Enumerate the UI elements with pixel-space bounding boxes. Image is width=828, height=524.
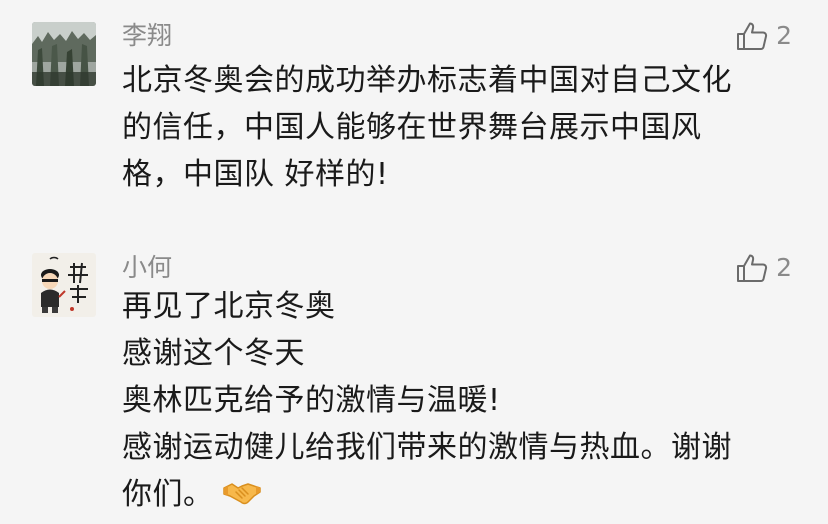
like-count: 2 xyxy=(776,21,792,50)
handshake-emoji xyxy=(222,477,262,524)
like-count: 2 xyxy=(776,253,792,282)
comment-line: 感谢运动健儿给我们带来的激情与热血。谢谢 xyxy=(122,430,732,465)
comment-text: 北京冬奥会的成功举办标志着中国对自己文化 的信任，中国人能够在世界舞台展示中国风… xyxy=(122,57,802,198)
comment-line: 奥林匹克给予的激情与温暖! xyxy=(122,383,501,418)
like-button[interactable]: 2 xyxy=(736,21,792,51)
comment-item: 李翔 2 北京冬奥会的成功举办标志着中国对自己文化 的信任，中国人能够在世界舞台… xyxy=(0,0,828,230)
comment-line: 北京冬奥会的成功举办标志着中国对自己文化 xyxy=(122,63,732,98)
comment-text: 再见了北京冬奥 感谢这个冬天 奥林匹克给予的激情与温暖! 感谢运动健儿给我们带来… xyxy=(122,283,802,524)
comment-item: 小何 2 再见了北京冬奥 感谢这个冬天 奥林匹克给予的激情与温暖! 感谢运动健儿… xyxy=(0,230,828,522)
handshake-icon xyxy=(222,483,261,505)
comment-line-text: 你们。 xyxy=(122,477,214,512)
comment-line: 的信任，中国人能够在世界舞台展示中国风 xyxy=(122,110,702,145)
stone-forest-photo xyxy=(32,22,96,86)
username[interactable]: 李翔 xyxy=(122,21,172,51)
comment-line: 格，中国队 好样的! xyxy=(122,157,389,192)
thumbs-up-icon xyxy=(737,22,768,50)
comment-line: 再见了北京冬奥 xyxy=(122,289,336,324)
avatar[interactable] xyxy=(32,22,96,86)
avatar[interactable] xyxy=(32,253,96,317)
like-button[interactable]: 2 xyxy=(736,253,792,283)
thumbs-up-icon xyxy=(737,254,768,282)
username[interactable]: 小何 xyxy=(122,253,172,283)
comment-line: 感谢这个冬天 xyxy=(122,336,305,371)
cartoon-character-calligraphy xyxy=(32,253,96,317)
comment-line-last: 你们。 xyxy=(122,471,802,524)
